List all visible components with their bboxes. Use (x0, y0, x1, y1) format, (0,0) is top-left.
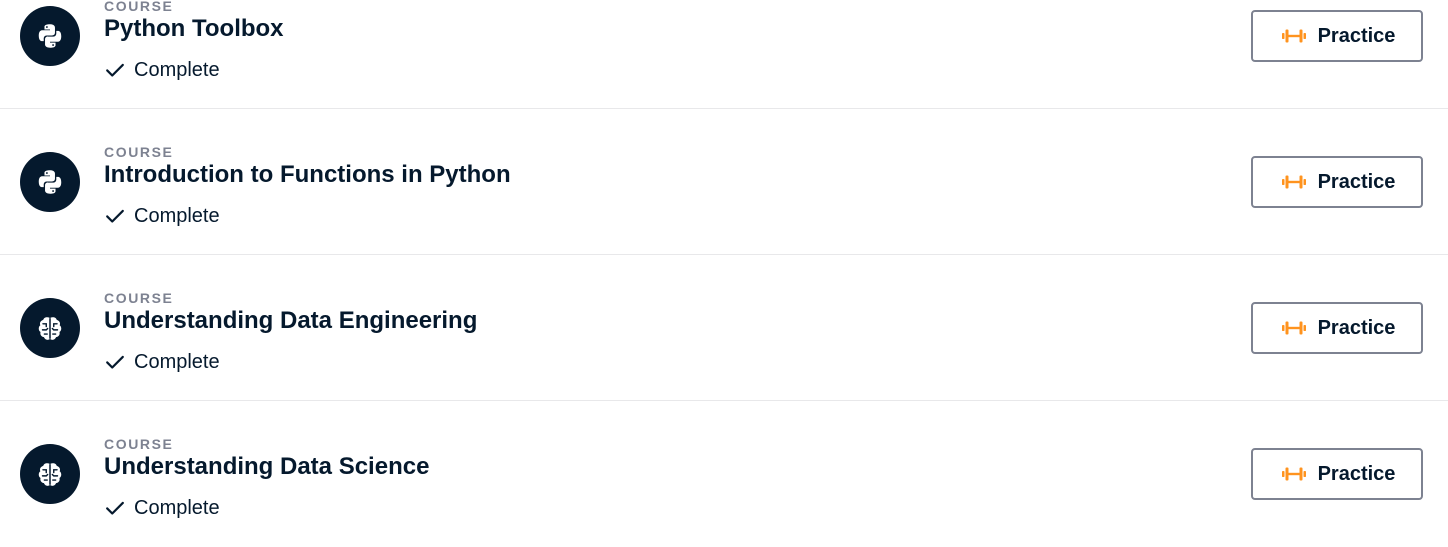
python-icon (20, 6, 80, 66)
practice-button-label: Practice (1317, 463, 1396, 485)
completion-status: Complete (104, 349, 220, 375)
dumbbell-icon (1281, 467, 1306, 481)
course-type-label: COURSE (104, 290, 174, 306)
course-list: COURSE Python Toolbox Complete Practice (0, 0, 1448, 547)
brain-icon (20, 444, 80, 504)
practice-button-label: Practice (1317, 317, 1396, 339)
course-type-label: COURSE (104, 144, 174, 160)
dumbbell-icon (1281, 29, 1306, 43)
check-icon (106, 63, 124, 77)
dumbbell-icon (1281, 175, 1306, 189)
check-icon (106, 209, 124, 223)
practice-button-label: Practice (1317, 171, 1396, 193)
completion-status: Complete (104, 203, 220, 229)
practice-button[interactable]: Practice (1251, 156, 1423, 208)
practice-button[interactable]: Practice (1251, 302, 1423, 354)
status-text: Complete (134, 205, 220, 227)
dumbbell-icon (1281, 321, 1306, 335)
course-title[interactable]: Introduction to Functions in Python (104, 160, 511, 190)
completion-status: Complete (104, 495, 220, 521)
status-text: Complete (134, 59, 220, 81)
completion-status: Complete (104, 57, 220, 83)
practice-button-label: Practice (1317, 25, 1396, 47)
course-type-label: COURSE (104, 0, 174, 14)
course-row: COURSE Understanding Data Engineering Co… (0, 255, 1448, 401)
python-icon (20, 152, 80, 212)
course-title[interactable]: Python Toolbox (104, 14, 284, 44)
practice-button[interactable]: Practice (1251, 10, 1423, 62)
practice-button[interactable]: Practice (1251, 448, 1423, 500)
course-type-label: COURSE (104, 436, 174, 452)
course-title[interactable]: Understanding Data Engineering (104, 306, 477, 336)
brain-icon (20, 298, 80, 358)
status-text: Complete (134, 351, 220, 373)
status-text: Complete (134, 497, 220, 519)
course-title[interactable]: Understanding Data Science (104, 452, 429, 482)
course-row: COURSE Understanding Data Science Comple… (0, 401, 1448, 547)
check-icon (106, 501, 124, 515)
check-icon (106, 355, 124, 369)
course-row: COURSE Introduction to Functions in Pyth… (0, 109, 1448, 255)
course-row: COURSE Python Toolbox Complete Practice (0, 0, 1448, 109)
